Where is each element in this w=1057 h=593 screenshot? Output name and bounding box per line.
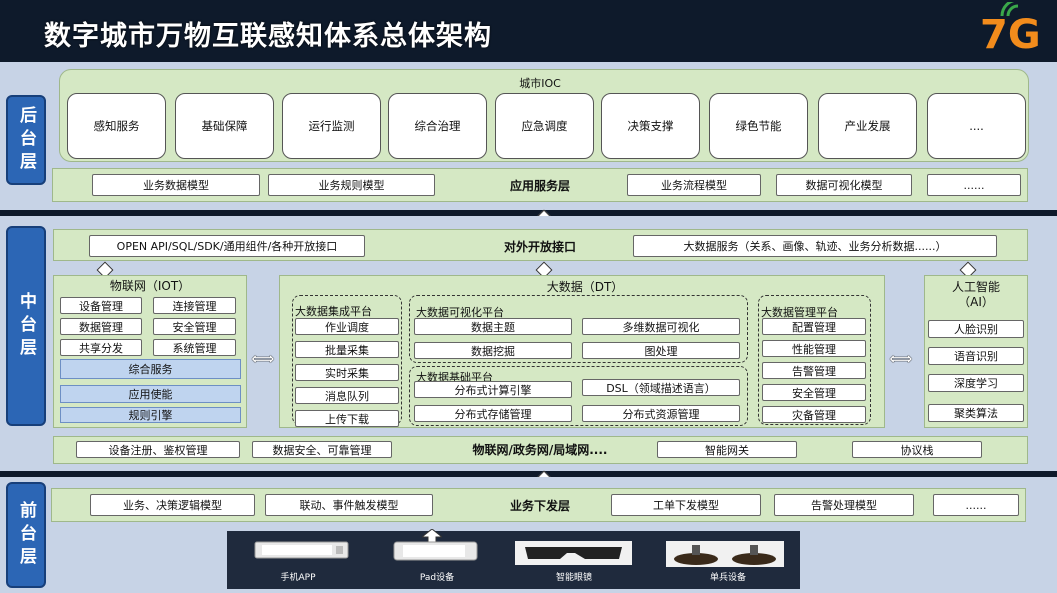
base-item-compute: 分布式计算引擎	[414, 381, 572, 398]
device-label-phone: 手机APP	[280, 573, 316, 583]
net-item-protocol: 协议栈	[852, 441, 982, 458]
iot-grid-item: 连接管理	[153, 297, 236, 314]
base-item-storage: 分布式存储管理	[414, 405, 572, 422]
iot-bar-rule-engine: 规则引擎	[60, 407, 241, 423]
ioc-title: 城市IOC	[519, 77, 561, 90]
manage-item: 告警管理	[762, 362, 866, 379]
visual-item-graph: 图处理	[582, 342, 740, 359]
manage-item: 配置管理	[762, 318, 866, 335]
service-item-more: ......	[927, 174, 1021, 196]
ioc-item: 感知服务	[67, 93, 166, 159]
base-item-resource: 分布式资源管理	[582, 405, 740, 422]
integration-item: 上传下载	[295, 410, 399, 427]
visual-item-multidim: 多维数据可视化	[582, 318, 740, 335]
device-label-soldier: 单兵设备	[709, 573, 746, 583]
iot-bar-app-enable: 应用使能	[60, 385, 241, 403]
service-item-business-data: 业务数据模型	[92, 174, 260, 196]
bigdata-service-box: 大数据服务（关系、画像、轨迹、业务分析数据......）	[633, 235, 997, 257]
device-label-glasses: 智能眼镜	[555, 573, 592, 583]
visual-item-data-mining: 数据挖掘	[414, 342, 572, 359]
integration-item: 作业调度	[295, 318, 399, 335]
ioc-item: 应急调度	[495, 93, 594, 159]
ioc-item: 基础保障	[175, 93, 274, 159]
dispatch-item-linkage: 联动、事件触发模型	[265, 494, 433, 516]
ai-item: 人脸识别	[928, 320, 1024, 338]
logo: 7G	[978, 2, 1041, 60]
double-arrow-icon: ⟺	[889, 348, 913, 368]
integration-platform-title: 大数据集成平台	[295, 305, 372, 318]
service-layer-label: 应用服务层	[509, 178, 570, 193]
net-item-security: 数据安全、可靠管理	[252, 441, 392, 458]
dispatch-item-more: ......	[933, 494, 1019, 516]
phone-icon	[254, 540, 349, 560]
ai-item: 聚类算法	[928, 404, 1024, 422]
ioc-item: 决策支撑	[601, 93, 700, 159]
base-item-dsl: DSL（领域描述语言）	[582, 379, 740, 396]
ioc-item: 运行监测	[282, 93, 381, 159]
service-item-business-rule: 业务规则模型	[268, 174, 435, 196]
dispatch-item-alarm: 告警处理模型	[774, 494, 914, 516]
open-api-box: OPEN API/SQL/SDK/通用组件/各种开放接口	[89, 235, 365, 257]
device-label-pad: Pad设备	[419, 573, 455, 583]
pad-icon	[393, 540, 478, 562]
ai-title-line2: （AI）	[958, 294, 994, 309]
ai-item: 深度学习	[928, 374, 1024, 392]
dispatch-item-decision: 业务、决策逻辑模型	[90, 494, 255, 516]
ioc-item: ....	[927, 93, 1026, 159]
bigdata-title: 大数据（DT）	[546, 279, 624, 294]
iot-title: 物联网（IOT）	[109, 278, 191, 293]
dispatch-layer-label: 业务下发层	[509, 498, 570, 513]
net-item-register: 设备注册、鉴权管理	[76, 441, 240, 458]
network-label: 物联网/政务网/局域网....	[472, 443, 608, 457]
dispatch-item-workorder: 工单下发模型	[611, 494, 761, 516]
manage-item: 性能管理	[762, 340, 866, 357]
logo-text: 7G	[980, 12, 1041, 58]
ai-item: 语音识别	[928, 347, 1024, 365]
soldier-device-icon	[666, 541, 784, 567]
manage-item: 灾备管理	[762, 406, 866, 423]
ioc-item: 综合治理	[388, 93, 487, 159]
iot-grid-item: 数据管理	[60, 318, 142, 335]
open-interface-label: 对外开放接口	[503, 239, 576, 254]
integration-item: 实时采集	[295, 364, 399, 381]
iot-grid-item: 安全管理	[153, 318, 236, 335]
net-item-gateway: 智能网关	[657, 441, 797, 458]
page-title: 数字城市万物互联感知体系总体架构	[44, 21, 492, 52]
visual-item-data-theme: 数据主题	[414, 318, 572, 335]
ioc-item: 绿色节能	[709, 93, 808, 159]
service-item-business-flow: 业务流程模型	[627, 174, 761, 196]
iot-bar-integrated-service: 综合服务	[60, 359, 241, 379]
integration-item: 消息队列	[295, 387, 399, 404]
double-arrow-icon: ⟺	[251, 348, 275, 368]
integration-item: 批量采集	[295, 341, 399, 358]
manage-item: 安全管理	[762, 384, 866, 401]
back-layer-tag: 后台层	[6, 95, 46, 185]
service-item-visual-model: 数据可视化模型	[776, 174, 912, 196]
ioc-item: 产业发展	[818, 93, 917, 159]
front-layer-tag: 前台层	[6, 482, 46, 588]
header-bar: 数字城市万物互联感知体系总体架构 7G	[0, 0, 1057, 62]
smart-glasses-icon	[515, 541, 632, 565]
iot-grid-item: 系统管理	[153, 339, 236, 356]
middle-layer-tag: 中台层	[6, 226, 46, 426]
iot-grid-item: 设备管理	[60, 297, 142, 314]
iot-grid-item: 共享分发	[60, 339, 142, 356]
